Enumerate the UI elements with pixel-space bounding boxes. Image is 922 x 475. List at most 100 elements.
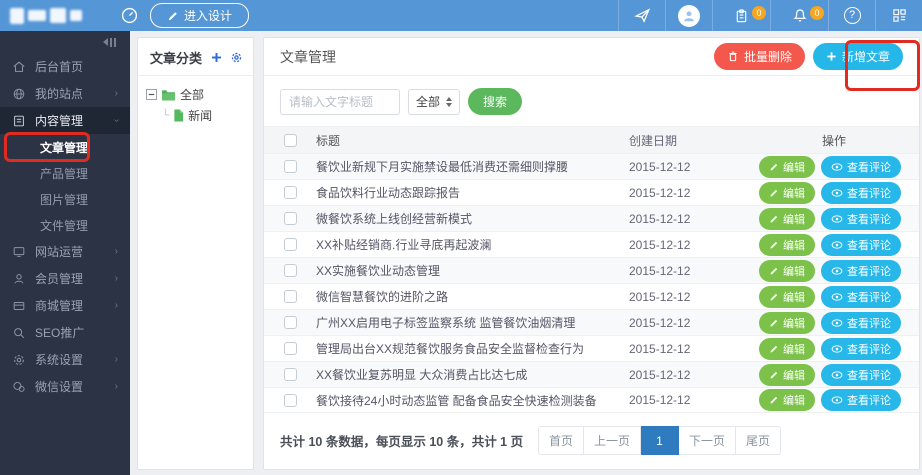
pencil-icon — [770, 163, 778, 170]
row-checkbox[interactable] — [283, 186, 297, 199]
sidebar-item-seo[interactable]: SEO推广 — [0, 319, 130, 346]
article-date: 2015-12-12 — [629, 367, 691, 382]
view-comments-button[interactable]: 查看评论 — [821, 233, 901, 256]
edit-button[interactable]: 编辑 — [759, 233, 815, 256]
edit-button[interactable]: 编辑 — [759, 181, 815, 204]
sidebar-item-article-management[interactable]: 文章管理 — [0, 134, 130, 160]
globe-icon — [12, 87, 26, 101]
pencil-icon — [770, 293, 778, 300]
view-comments-button[interactable]: 查看评论 — [821, 363, 901, 386]
logo-block — [70, 10, 82, 21]
app-logo — [0, 0, 108, 31]
add-article-button[interactable]: 新增文章 — [812, 43, 903, 70]
pagination-prev[interactable]: 上一页 — [583, 426, 641, 455]
row-checkbox[interactable] — [283, 290, 297, 303]
row-checkbox[interactable] — [283, 393, 297, 407]
send-icon[interactable] — [618, 0, 665, 31]
collapse-sidebar-icon[interactable] — [0, 31, 130, 53]
article-title[interactable]: 微餐饮系统上线创经营新模式 — [316, 210, 629, 227]
dashboard-gauge-icon[interactable] — [108, 0, 150, 31]
tree-node-label: 新闻 — [188, 109, 213, 123]
sidebar-item-system-settings[interactable]: 系统设置 › — [0, 346, 130, 373]
help-icon[interactable]: ? — [828, 0, 875, 31]
article-title[interactable]: 餐饮业新规下月实施禁设最低消费还需细则撑腰 — [316, 158, 629, 175]
select-all-checkbox[interactable] — [283, 133, 297, 147]
column-header-title: 标题 — [316, 133, 341, 148]
sidebar-item-content-management[interactable]: 内容管理 › — [0, 107, 130, 134]
pagination-next[interactable]: 下一页 — [678, 426, 736, 455]
pagination-first[interactable]: 首页 — [537, 426, 584, 455]
user-avatar[interactable] — [665, 0, 712, 31]
table-row: XX餐饮业复苏明显 大众消费占比达七成 2015-12-12 编辑 查看评论 — [264, 361, 919, 387]
view-comments-button[interactable]: 查看评论 — [821, 311, 901, 334]
edit-button[interactable]: 编辑 — [759, 311, 815, 334]
article-title[interactable]: XX餐饮业复苏明显 大众消费占比达七成 — [316, 366, 629, 383]
table-row: 广州XX启用电子标签监察系统 监管餐饮油烟清理 2015-12-12 编辑 查看… — [264, 309, 919, 335]
view-comments-button[interactable]: 查看评论 — [821, 207, 901, 230]
edit-button[interactable]: 编辑 — [759, 285, 815, 308]
category-filter-select[interactable]: 全部 — [408, 88, 461, 115]
article-title[interactable]: 食品饮料行业动态跟踪报告 — [316, 184, 629, 201]
tasks-icon[interactable]: 0 — [712, 0, 770, 31]
view-comments-button[interactable]: 查看评论 — [821, 337, 901, 360]
notifications-bell-icon[interactable]: 0 — [770, 0, 828, 31]
row-checkbox[interactable] — [283, 212, 297, 225]
view-comments-button[interactable]: 查看评论 — [821, 155, 901, 178]
tree-expander-icon[interactable] — [146, 89, 157, 100]
sidebar-item-image-management[interactable]: 图片管理 — [0, 186, 130, 212]
pencil-icon — [168, 11, 177, 20]
sidebar-item-member-management[interactable]: 会员管理 › — [0, 265, 130, 292]
sidebar-item-label: 我的站点 — [35, 87, 84, 101]
row-checkbox[interactable] — [283, 160, 297, 173]
sidebar-item-site-operation[interactable]: 网站运营 › — [0, 238, 130, 265]
eye-icon — [831, 370, 843, 379]
tree-node-news[interactable]: └ 新闻 — [146, 107, 245, 124]
category-settings-gear-icon[interactable] — [230, 51, 243, 64]
article-title-search-input[interactable] — [280, 88, 400, 115]
enter-design-button[interactable]: 进入设计 — [150, 3, 250, 28]
eye-icon — [831, 292, 843, 301]
row-checkbox[interactable] — [283, 264, 297, 277]
row-checkbox[interactable] — [283, 368, 297, 381]
article-title[interactable]: XX实施餐饮业动态管理 — [316, 262, 629, 279]
tree-node-all[interactable]: 全部 — [146, 86, 245, 103]
article-title[interactable]: 管理局出台XX规范餐饮服务食品安全监督检查行为 — [316, 340, 629, 357]
pagination: 首页 上一页 1 下一页 尾页 — [537, 426, 781, 455]
sidebar-item-wechat-settings[interactable]: 微信设置 › — [0, 373, 130, 400]
row-checkbox[interactable] — [283, 316, 297, 329]
edit-button[interactable]: 编辑 — [759, 363, 815, 386]
enter-design-label: 进入设计 — [184, 9, 233, 23]
view-comments-button[interactable]: 查看评论 — [821, 389, 901, 411]
pencil-icon — [770, 319, 778, 326]
row-checkbox[interactable] — [283, 342, 297, 355]
pagination-page-1[interactable]: 1 — [640, 426, 679, 455]
page-title: 文章管理 — [280, 48, 336, 65]
edit-button[interactable]: 编辑 — [759, 207, 815, 230]
chevron-right-icon: › — [114, 273, 118, 284]
search-button[interactable]: 搜索 — [468, 88, 523, 115]
sidebar-item-file-management[interactable]: 文件管理 — [0, 212, 130, 238]
sidebar-item-mall-management[interactable]: 商城管理 › — [0, 292, 130, 319]
row-checkbox[interactable] — [283, 238, 297, 251]
batch-delete-button[interactable]: 批量删除 — [713, 43, 805, 70]
view-comments-button[interactable]: 查看评论 — [821, 181, 901, 204]
add-category-icon[interactable] — [210, 51, 223, 64]
edit-button[interactable]: 编辑 — [759, 337, 815, 360]
qr-code-icon[interactable] — [875, 0, 922, 31]
edit-button[interactable]: 编辑 — [759, 155, 815, 178]
eye-icon — [831, 240, 843, 249]
article-title[interactable]: 餐饮接待24小时动态监管 配备食品安全快速检测装备 — [316, 392, 629, 409]
sidebar-item-dashboard[interactable]: 后台首页 — [0, 53, 130, 80]
edit-button[interactable]: 编辑 — [759, 389, 815, 411]
table-row: 食品饮料行业动态跟踪报告 2015-12-12 编辑 查看评论 — [264, 179, 919, 205]
view-comments-button[interactable]: 查看评论 — [821, 259, 901, 282]
edit-button[interactable]: 编辑 — [759, 259, 815, 282]
article-title[interactable]: XX补贴经销商.行业寻底再起波澜 — [316, 236, 629, 253]
pagination-last[interactable]: 尾页 — [735, 426, 781, 455]
sidebar-item-product-management[interactable]: 产品管理 — [0, 160, 130, 186]
article-title[interactable]: 广州XX启用电子标签监察系统 监管餐饮油烟清理 — [316, 314, 629, 331]
article-title[interactable]: 微信智慧餐饮的进阶之路 — [316, 288, 629, 305]
chevron-right-icon: › — [114, 246, 118, 257]
sidebar-item-my-sites[interactable]: 我的站点 › — [0, 80, 130, 107]
view-comments-button[interactable]: 查看评论 — [821, 285, 901, 308]
